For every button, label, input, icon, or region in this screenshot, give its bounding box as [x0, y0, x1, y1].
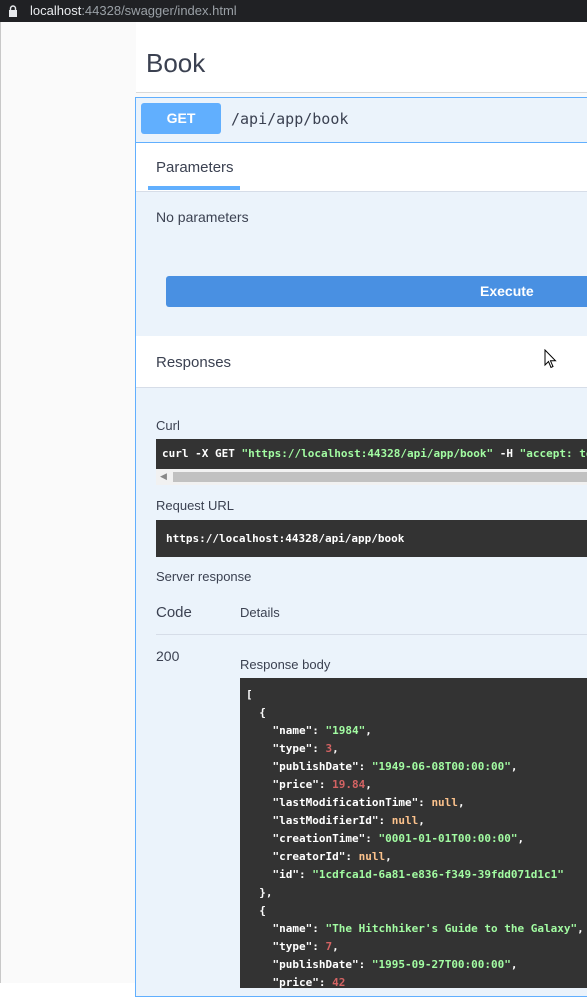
- json-value: "1984": [325, 724, 366, 737]
- json-value: "1cdfca1d-6a81-e836-f349-39fdd071d1c1": [312, 868, 564, 881]
- responses-title: Responses: [156, 354, 232, 371]
- curl-command[interactable]: curl -X GET "https://localhost:44328/api…: [156, 439, 587, 469]
- scroll-left-icon[interactable]: ◀: [160, 471, 167, 482]
- json-value: null: [391, 814, 419, 827]
- active-tab-indicator: [148, 186, 240, 190]
- json-value: 7: [325, 940, 333, 953]
- http-method-badge: GET: [141, 103, 221, 134]
- json-value: "1995-09-27T00:00:00": [371, 958, 511, 971]
- no-parameters-text: No parameters: [156, 209, 249, 225]
- execute-button[interactable]: Execute: [166, 276, 587, 307]
- response-status-code: 200: [156, 648, 180, 664]
- url-path: :44328/swagger/index.html: [81, 3, 237, 18]
- table-divider: [156, 634, 587, 635]
- tag-title: Book: [146, 48, 206, 78]
- curl-middle: -H: [493, 447, 520, 460]
- json-value: 19.84: [332, 778, 366, 791]
- details-column-header: Details: [240, 605, 280, 620]
- curl-url: "https://localhost:44328/api/app/book": [241, 447, 494, 460]
- curl-accept: "accept: text/plain": [519, 447, 587, 460]
- json-value: "The Hitchhiker's Guide to the Galaxy": [325, 922, 578, 935]
- url-host: localhost: [30, 3, 82, 18]
- tab-parameters[interactable]: Parameters: [156, 159, 234, 176]
- operation-path: /api/app/book: [231, 110, 349, 128]
- curl-label: Curl: [156, 418, 180, 433]
- code-column-header: Code: [156, 604, 192, 621]
- curl-prefix: curl -X GET: [162, 447, 242, 460]
- mouse-cursor-icon: [544, 349, 557, 369]
- curl-scrollbar-thumb[interactable]: [173, 472, 587, 482]
- json-value: "1949-06-08T00:00:00": [371, 760, 511, 773]
- json-value: 42: [332, 976, 346, 988]
- request-url-box[interactable]: https://localhost:44328/api/app/book: [156, 520, 587, 557]
- lock-icon: [9, 5, 17, 17]
- json-value: 3: [325, 742, 333, 755]
- json-value: null: [358, 850, 386, 863]
- json-value: "0001-01-01T00:00:00": [378, 832, 518, 845]
- server-response-label: Server response: [156, 569, 252, 584]
- address-bar[interactable]: localhost:44328/swagger/index.html: [0, 0, 587, 22]
- request-url-label: Request URL: [156, 498, 235, 513]
- response-body[interactable]: [ { "name": "1984", "type": 3, "publishD…: [240, 678, 587, 988]
- json-value: null: [431, 796, 458, 809]
- url-text: localhost:44328/swagger/index.html: [30, 0, 237, 22]
- response-body-label: Response body: [240, 657, 331, 672]
